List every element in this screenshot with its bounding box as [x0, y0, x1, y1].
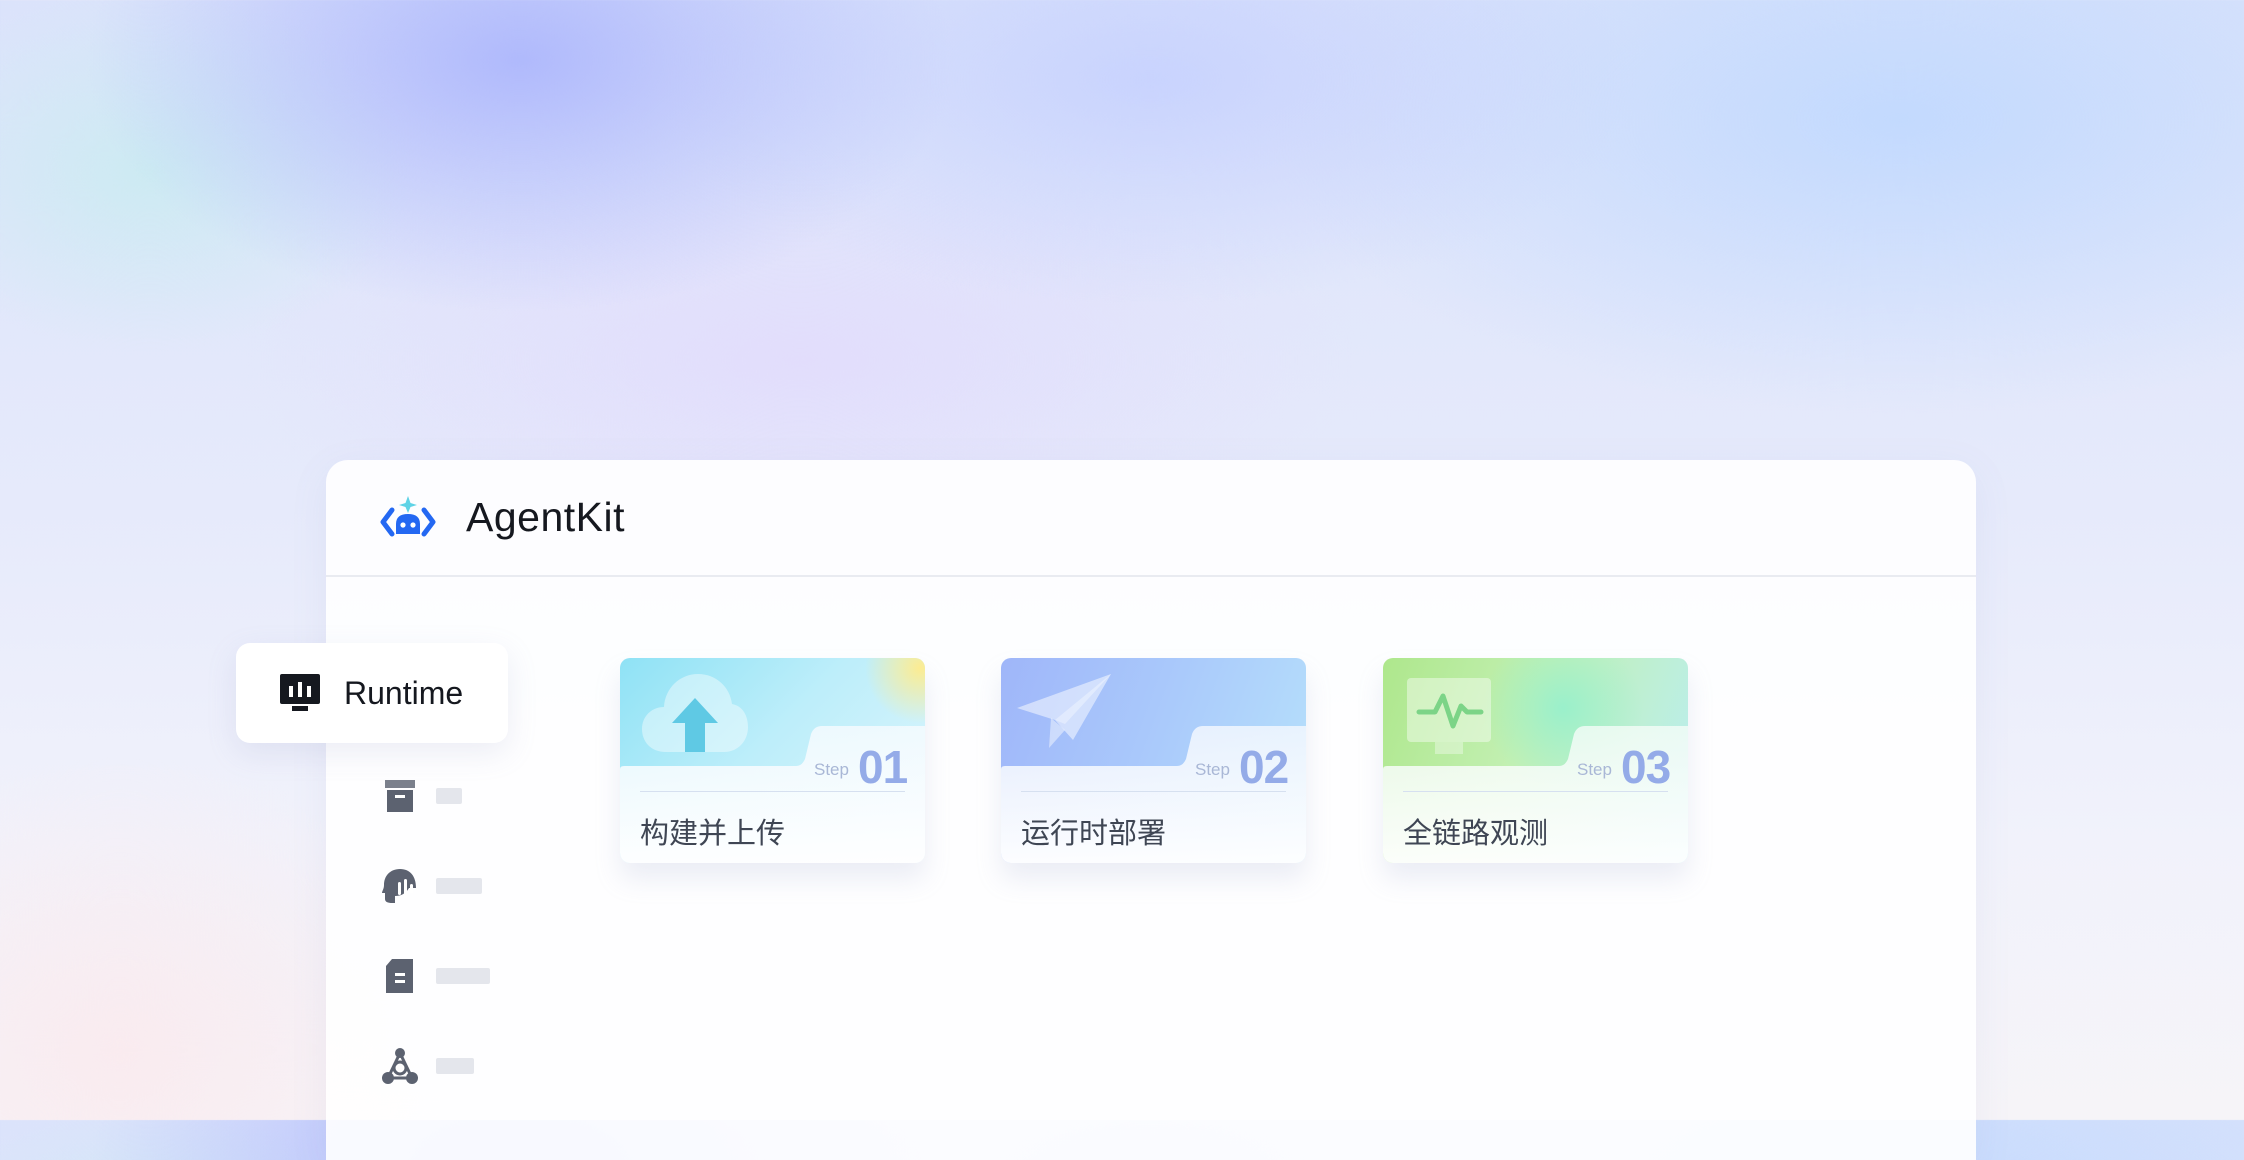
- sidebar-item-label: Runtime: [344, 674, 464, 711]
- sidebar-item-runtime[interactable]: Runtime: [236, 643, 508, 743]
- sidebar-item-placeholder: [436, 788, 462, 804]
- step-card-full-trace-observe[interactable]: Step 03 全链路观测: [1383, 658, 1688, 863]
- step-number: 03: [1621, 741, 1671, 793]
- sidebar-item-placeholder: [436, 878, 482, 894]
- card-divider: [1021, 791, 1286, 792]
- sidebar-item-voice[interactable]: [380, 864, 482, 908]
- card-divider: [640, 791, 905, 792]
- network-nodes-icon: [382, 1048, 418, 1084]
- sidebar-item-placeholder: [436, 968, 490, 984]
- step-card-runtime-deploy[interactable]: Step 02 运行时部署: [1001, 658, 1306, 863]
- step-label: Step: [1577, 760, 1612, 779]
- sidebar-item-network[interactable]: [380, 1044, 474, 1088]
- sidebar-item-placeholder: [436, 1058, 474, 1074]
- step-title: 运行时部署: [1021, 816, 1167, 850]
- sidebar-item-document[interactable]: [380, 954, 490, 998]
- runtime-monitor-icon: [280, 674, 320, 711]
- sidebar-item-archive[interactable]: [380, 774, 462, 818]
- app-header: AgentKit: [326, 460, 1976, 577]
- step-title: 全链路观测: [1403, 816, 1549, 850]
- brand-name: AgentKit: [466, 494, 625, 540]
- step-label: Step: [1195, 760, 1230, 779]
- step-card-build-upload[interactable]: Step 01 构建并上传: [620, 658, 925, 863]
- card-divider: [1403, 791, 1668, 792]
- document-icon: [386, 959, 413, 993]
- step-title: 构建并上传: [640, 816, 786, 850]
- head-voice-icon: [382, 869, 416, 903]
- step-label: Step: [814, 760, 849, 779]
- archive-box-icon: [385, 780, 415, 812]
- step-number: 01: [858, 741, 908, 793]
- step-number: 02: [1239, 741, 1289, 793]
- agentkit-logo-icon[interactable]: [378, 494, 438, 542]
